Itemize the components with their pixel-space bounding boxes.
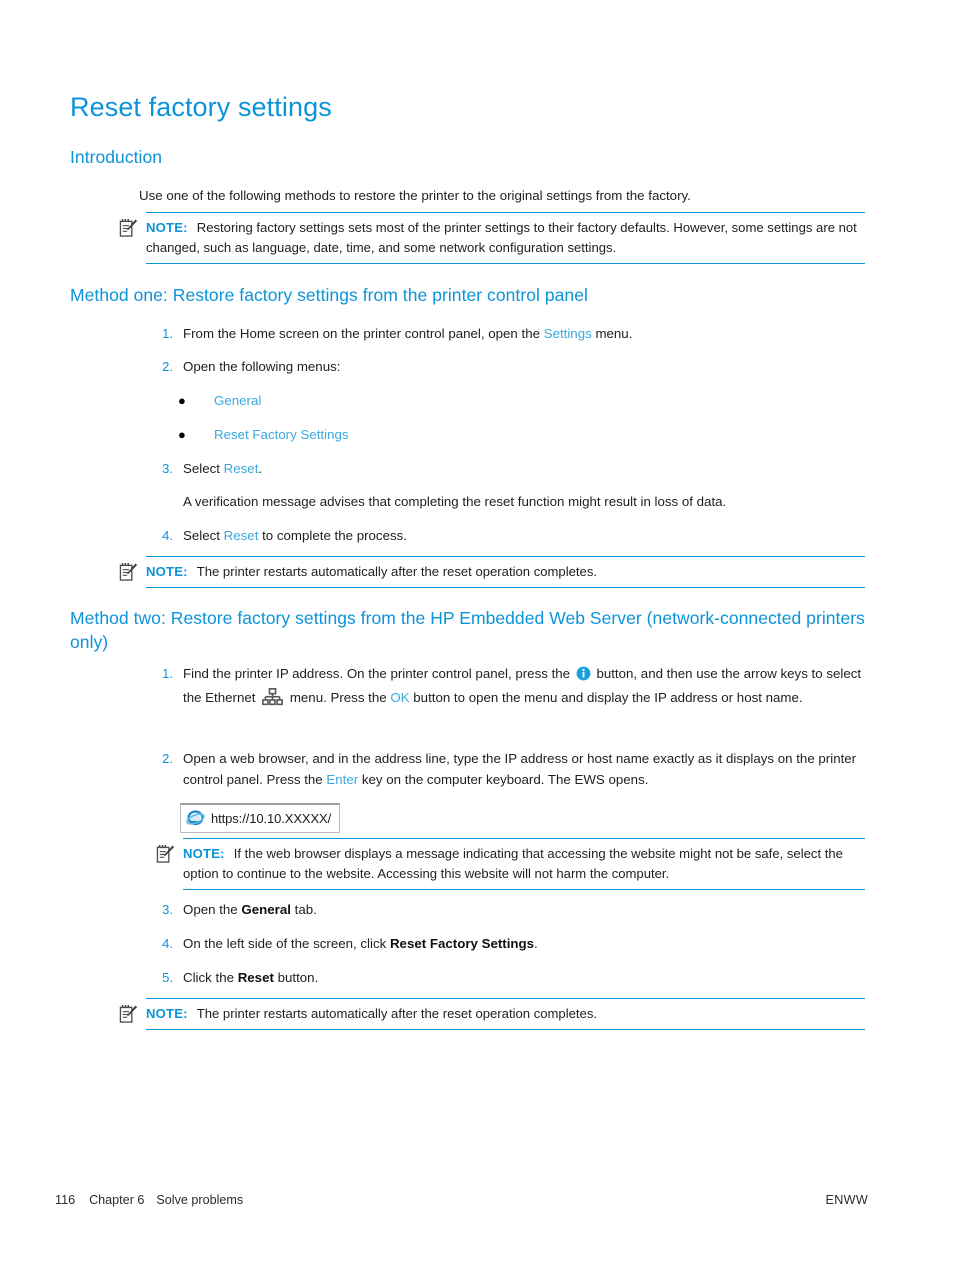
ok-button-link[interactable]: OK	[390, 690, 409, 705]
settings-menu-link[interactable]: Settings	[544, 326, 592, 341]
list-number: 2.	[162, 359, 173, 374]
list-number: 3.	[162, 902, 173, 917]
step-text-part3: menu. Press the	[286, 690, 391, 705]
footer-left: 116 Chapter 6 Solve problems	[55, 1193, 243, 1207]
note-label: NOTE:	[146, 564, 188, 579]
note-text-method-two: NOTE: The printer restarts automatically …	[146, 1004, 865, 1024]
section-heading-introduction: Introduction	[70, 147, 163, 167]
note-rule-bottom	[183, 888, 865, 890]
step-text-after: menu.	[591, 326, 633, 341]
step-text-after: .	[258, 461, 263, 476]
document-page: Reset factory settings Introduction Use …	[0, 0, 954, 1271]
list-item-m1-step3: 3. Select Reset.	[139, 458, 879, 479]
reset-factory-settings-label[interactable]: Reset Factory Settings	[390, 936, 534, 951]
note-label: NOTE:	[183, 846, 225, 861]
step-text-after: tab.	[290, 902, 317, 917]
list-number: 4.	[162, 528, 173, 543]
list-text: Open the following menus:	[183, 359, 341, 374]
bullet-dot-icon: ●	[178, 393, 186, 408]
note-content: The printer restarts automatically after…	[196, 1006, 598, 1021]
step-text-before: Open the	[183, 902, 242, 917]
list-number: 2.	[162, 751, 173, 766]
step-text-after: to complete the process.	[258, 528, 407, 543]
note-box-introduction: NOTE: Restoring factory settings sets mos…	[119, 212, 865, 264]
verification-message-paragraph: A verification message advises that comp…	[183, 494, 727, 509]
note-text-browser-warning: NOTE: If the web browser displays a messa…	[183, 844, 865, 884]
list-item-m2-step1: 1. Find the printer IP address. On the p…	[139, 662, 879, 710]
chapter-number: Chapter 6	[89, 1193, 145, 1207]
introduction-paragraph: Use one of the following methods to rest…	[139, 188, 691, 203]
list-item-bullet-general: ● General	[178, 390, 261, 411]
list-text: Open the General tab.	[183, 899, 879, 920]
browser-address-bar-figure: https://10.10.XXXXX/	[180, 803, 340, 833]
list-item-m1-step2: 2. Open the following menus:	[139, 356, 879, 377]
step-text-before: From the Home screen on the printer cont…	[183, 326, 544, 341]
list-text: From the Home screen on the printer cont…	[183, 323, 879, 344]
step-text-before: Click the	[183, 970, 238, 985]
list-number: 1.	[162, 666, 173, 681]
list-number: 3.	[162, 461, 173, 476]
note-content: The printer restarts automatically after…	[196, 564, 598, 579]
reset-link[interactable]: Reset	[224, 528, 259, 543]
note-label: NOTE:	[146, 220, 188, 235]
note-box-method-two: NOTE: The printer restarts automatically …	[119, 998, 865, 1030]
note-content: Restoring factory settings sets most of …	[146, 220, 857, 255]
section-heading-method-one: Method one: Restore factory settings fro…	[70, 285, 588, 305]
menu-option-reset-factory-settings[interactable]: Reset Factory Settings	[214, 424, 349, 445]
note-box-browser-warning: NOTE: If the web browser displays a messa…	[156, 838, 865, 890]
list-text: Click the Reset button.	[183, 967, 879, 988]
list-item-m2-step4: 4. On the left side of the screen, click…	[139, 933, 879, 954]
reset-link[interactable]: Reset	[224, 461, 259, 476]
list-item-m1-step4: 4. Select Reset to complete the process.	[139, 525, 879, 546]
page-number: 116	[55, 1193, 76, 1207]
note-text-introduction: NOTE: Restoring factory settings sets mos…	[146, 218, 865, 258]
step-text-before: On the left side of the screen, click	[183, 936, 390, 951]
step-text-part2: key on the computer keyboard. The EWS op…	[358, 772, 649, 787]
note-rule-bottom	[146, 586, 865, 588]
reset-button-label[interactable]: Reset	[238, 970, 274, 985]
list-item-m2-step2: 2. Open a web browser, and in the addres…	[139, 748, 879, 790]
note-label: NOTE:	[146, 1006, 188, 1021]
chapter-title: Solve problems	[156, 1193, 244, 1207]
menu-option-general[interactable]: General	[214, 390, 261, 411]
list-text: Select Reset.	[183, 458, 879, 479]
step-text-part1: Find the printer IP address. On the prin…	[183, 666, 574, 681]
list-item-bullet-reset-factory-settings: ● Reset Factory Settings	[178, 424, 349, 445]
list-item-m2-step3: 3. Open the General tab.	[139, 899, 879, 920]
note-rule-bottom	[146, 1028, 865, 1030]
page-title: Reset factory settings	[70, 92, 332, 122]
list-text: Find the printer IP address. On the prin…	[183, 662, 879, 710]
list-number: 5.	[162, 970, 173, 985]
internet-explorer-icon	[186, 809, 205, 828]
note-rule-bottom	[146, 262, 865, 264]
general-tab-label[interactable]: General	[241, 902, 291, 917]
list-number: 4.	[162, 936, 173, 951]
list-text: Open a web browser, and in the address l…	[183, 748, 879, 790]
ethernet-icon	[262, 687, 284, 707]
list-item-m2-step5: 5. Click the Reset button.	[139, 967, 879, 988]
list-number: 1.	[162, 326, 173, 341]
step-text-before: Select	[183, 528, 224, 543]
list-item-m1-step1: 1. From the Home screen on the printer c…	[139, 323, 879, 344]
list-text: Select Reset to complete the process.	[183, 525, 879, 546]
step-text-after: .	[534, 936, 538, 951]
step-text-after: button.	[273, 970, 319, 985]
section-heading-method-two: Method two: Restore factory settings fro…	[70, 608, 865, 652]
note-box-method-one: NOTE: The printer restarts automatically …	[119, 556, 865, 588]
enter-key-link[interactable]: Enter	[326, 772, 358, 787]
step-text-before: Select	[183, 461, 224, 476]
bullet-dot-icon: ●	[178, 427, 186, 442]
list-text: On the left side of the screen, click Re…	[183, 933, 879, 954]
note-content: If the web browser displays a message in…	[183, 846, 843, 881]
address-bar-url[interactable]: https://10.10.XXXXX/	[211, 811, 331, 826]
info-icon	[576, 665, 591, 681]
footer-language-code: ENWW	[825, 1193, 868, 1207]
step-text-part4: button to open the menu and display the …	[409, 690, 803, 705]
note-text-method-one: NOTE: The printer restarts automatically …	[146, 562, 865, 582]
